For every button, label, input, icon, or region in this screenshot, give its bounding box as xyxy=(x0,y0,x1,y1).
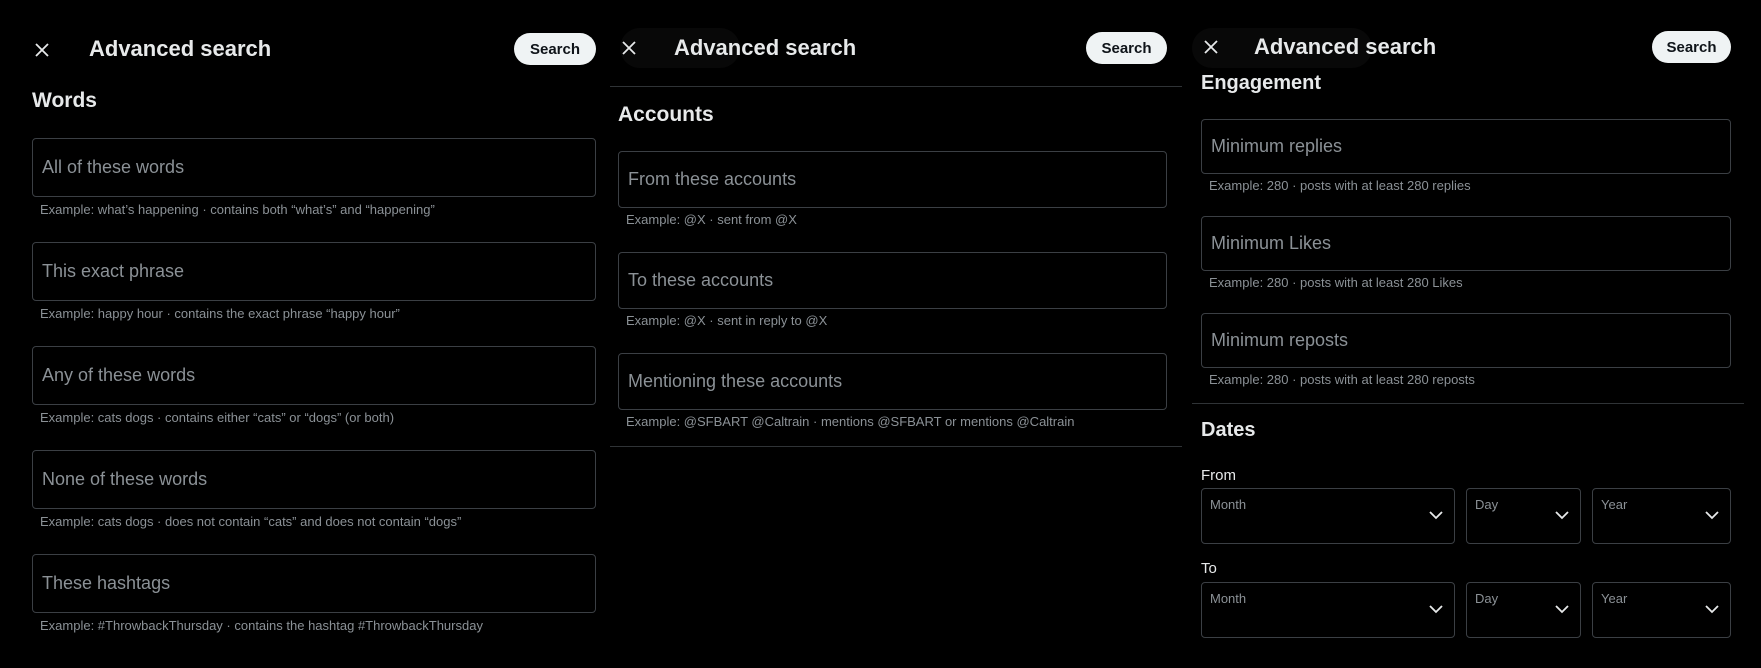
to-day-select[interactable]: Day xyxy=(1466,582,1581,638)
from-accounts-help: Example: @X · sent from @X xyxy=(626,212,797,227)
close-icon xyxy=(1204,40,1218,54)
chevron-down-icon xyxy=(1705,605,1719,614)
close-button[interactable] xyxy=(1200,36,1222,58)
close-icon xyxy=(622,41,636,55)
section-accounts-heading: Accounts xyxy=(618,103,714,126)
select-label: Year xyxy=(1601,497,1628,512)
exact-phrase-input[interactable]: This exact phrase xyxy=(32,242,596,301)
min-likes-help: Example: 280 · posts with at least 280 L… xyxy=(1209,275,1463,290)
mentioning-accounts-help: Example: @SFBART @Caltrain · mentions @S… xyxy=(626,414,1075,429)
section-words-heading: Words xyxy=(32,89,97,112)
any-words-help: Example: cats dogs · contains either “ca… xyxy=(40,410,395,425)
exact-phrase-help: Example: happy hour · contains the exact… xyxy=(40,306,400,321)
any-words-input[interactable]: Any of these words xyxy=(32,346,596,405)
select-label: Day xyxy=(1475,497,1499,512)
close-icon xyxy=(35,43,49,57)
min-likes-input[interactable]: Minimum Likes xyxy=(1201,216,1731,271)
chevron-down-icon xyxy=(1429,511,1443,520)
engagement-panel: Advanced search Search Engagement Minimu… xyxy=(1192,0,1761,668)
none-words-help: Example: cats dogs · does not contain “c… xyxy=(40,514,462,529)
section-engagement-heading: Engagement xyxy=(1201,72,1322,94)
to-year-select[interactable]: Year xyxy=(1592,582,1731,638)
page-title: Advanced search xyxy=(1254,34,1437,59)
chevron-down-icon xyxy=(1555,511,1569,520)
select-label: Month xyxy=(1210,591,1247,606)
to-accounts-input[interactable]: To these accounts xyxy=(618,252,1167,309)
hashtags-help: Example: #ThrowbackThursday · contains t… xyxy=(40,618,483,633)
search-button[interactable]: Search xyxy=(1086,32,1167,64)
from-year-select[interactable]: Year xyxy=(1592,488,1731,544)
search-button[interactable]: Search xyxy=(514,33,596,65)
all-words-input[interactable]: All of these words xyxy=(32,138,596,197)
min-replies-help: Example: 280 · posts with at least 280 r… xyxy=(1209,178,1471,193)
words-panel: Advanced search Search Words All of thes… xyxy=(0,0,610,668)
all-words-help: Example: what’s happening · contains bot… xyxy=(40,202,435,217)
section-divider xyxy=(1192,403,1744,404)
section-dates-heading: Dates xyxy=(1201,419,1256,441)
to-month-select[interactable]: Month xyxy=(1201,582,1455,638)
header-divider xyxy=(610,86,1182,87)
from-date-label: From xyxy=(1201,467,1236,484)
from-accounts-input[interactable]: From these accounts xyxy=(618,151,1167,208)
select-label: Month xyxy=(1210,497,1247,512)
min-reposts-help: Example: 280 · posts with at least 280 r… xyxy=(1209,372,1475,387)
section-divider xyxy=(610,446,1182,447)
chevron-down-icon xyxy=(1555,605,1569,614)
close-button[interactable] xyxy=(618,37,640,59)
to-date-label: To xyxy=(1201,560,1217,577)
search-button[interactable]: Search xyxy=(1652,31,1731,63)
close-button[interactable] xyxy=(31,39,53,61)
select-label: Year xyxy=(1601,591,1628,606)
chevron-down-icon xyxy=(1429,605,1443,614)
accounts-panel: Advanced search Search Accounts From the… xyxy=(610,0,1182,668)
chevron-down-icon xyxy=(1705,511,1719,520)
mentioning-accounts-input[interactable]: Mentioning these accounts xyxy=(618,353,1167,410)
none-words-input[interactable]: None of these words xyxy=(32,450,596,509)
select-label: Day xyxy=(1475,591,1499,606)
min-reposts-input[interactable]: Minimum reposts xyxy=(1201,313,1731,368)
from-month-select[interactable]: Month xyxy=(1201,488,1455,544)
hashtags-input[interactable]: These hashtags xyxy=(32,554,596,613)
page-title: Advanced search xyxy=(674,35,857,60)
from-day-select[interactable]: Day xyxy=(1466,488,1581,544)
min-replies-input[interactable]: Minimum replies xyxy=(1201,119,1731,174)
page-title: Advanced search xyxy=(89,36,272,61)
to-accounts-help: Example: @X · sent in reply to @X xyxy=(626,313,828,328)
